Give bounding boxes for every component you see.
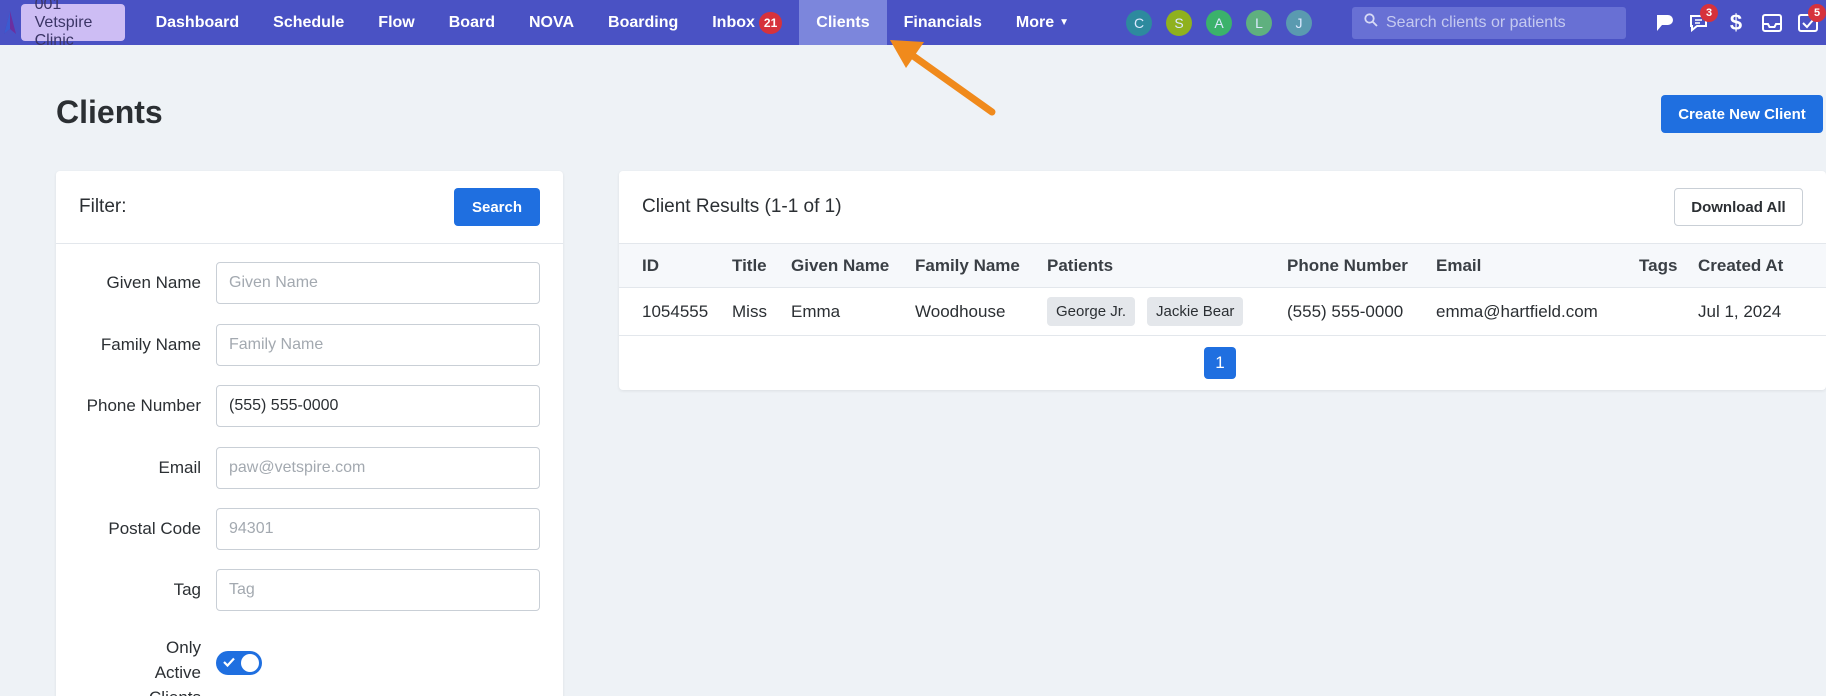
avatar-l[interactable]: L [1246, 9, 1272, 36]
tag-label: Tag [173, 580, 201, 599]
postal-code-label: Postal Code [108, 519, 201, 538]
family-name-input[interactable] [216, 324, 540, 366]
nav-nova[interactable]: NOVA [512, 0, 591, 45]
nav-clients[interactable]: Clients [799, 0, 887, 45]
tag-row: Tag [56, 569, 563, 611]
given-name-input[interactable] [216, 262, 540, 304]
patient-chip[interactable]: George Jr. [1047, 297, 1136, 326]
user-avatars: C S A L J [1126, 9, 1326, 36]
table-header: ID Title Given Name Family Name Patients… [619, 244, 1826, 288]
search-icon [1364, 13, 1378, 32]
nav-flow[interactable]: Flow [361, 0, 431, 45]
tag-input[interactable] [216, 569, 540, 611]
inbox-tray-icon [1762, 13, 1782, 32]
cell-id[interactable]: 1054555 [642, 288, 708, 335]
dollar-icon: $ [1729, 9, 1743, 35]
postal-code-input[interactable] [216, 508, 540, 550]
global-search-input[interactable] [1386, 13, 1626, 32]
inbox-badge: 21 [758, 11, 783, 34]
tasks-button[interactable]: 5 [1790, 0, 1826, 45]
cell-family-name: Woodhouse [915, 301, 1006, 321]
page-title: Clients [56, 94, 163, 130]
only-active-row: Only Active Clients [56, 635, 563, 696]
email-row: Email [56, 447, 563, 489]
results-header: Client Results (1-1 of 1) Download All [619, 171, 1826, 244]
avatar-a[interactable]: A [1206, 9, 1232, 36]
tray-button[interactable] [1754, 0, 1790, 45]
caret-down-icon: ▼ [1059, 17, 1069, 28]
nav-more[interactable]: More ▼ [999, 0, 1086, 45]
phone-row: Phone Number [56, 385, 563, 427]
cell-title: Miss [732, 301, 767, 321]
nav-schedule[interactable]: Schedule [256, 0, 361, 45]
given-name-row: Given Name [56, 262, 563, 304]
col-title[interactable]: Title [732, 244, 767, 287]
clinic-selector[interactable]: 001 Vetspire Clinic [20, 0, 125, 49]
patient-chip[interactable]: Jackie Bear [1147, 297, 1244, 326]
avatar-c[interactable]: C [1126, 9, 1152, 36]
nav-inbox-label: Inbox [712, 13, 755, 31]
phone-input[interactable] [216, 385, 540, 427]
col-id[interactable]: ID [642, 244, 659, 287]
toggle-knob [241, 654, 259, 672]
only-active-label: Only Active Clients [116, 635, 201, 696]
family-name-row: Family Name [56, 324, 563, 366]
col-created-at[interactable]: Created At [1698, 244, 1783, 287]
col-given-name[interactable]: Given Name [791, 244, 889, 287]
nav-board[interactable]: Board [432, 0, 512, 45]
avatar-j[interactable]: J [1286, 9, 1312, 36]
chat-bubble-icon [1657, 14, 1673, 31]
create-new-client-button[interactable]: Create New Client [1661, 95, 1823, 133]
cell-email: emma@hartfield.com [1436, 301, 1598, 321]
nav-more-label: More [1015, 13, 1055, 31]
results-title: Client Results (1-1 of 1) [642, 196, 842, 217]
nav-dashboard[interactable]: Dashboard [139, 0, 257, 45]
check-icon [223, 657, 235, 668]
table-row[interactable]: 1054555 Miss Emma Woodhouse George Jr. J… [619, 288, 1826, 336]
nav-boarding[interactable]: Boarding [591, 0, 695, 45]
cell-phone: (555) 555-0000 [1287, 301, 1404, 321]
phone-label: Phone Number [86, 396, 201, 415]
given-name-label: Given Name [106, 273, 201, 292]
postal-code-row: Postal Code [56, 508, 563, 550]
filter-label: Filter: [79, 196, 127, 217]
only-active-label-line1: Only Active [154, 638, 201, 682]
col-patients[interactable]: Patients [1047, 244, 1113, 287]
messages-button[interactable]: 3 [1682, 0, 1718, 45]
family-name-label: Family Name [100, 335, 201, 354]
client-results-panel: Client Results (1-1 of 1) Download All I… [619, 171, 1826, 390]
pawprint-button[interactable] [1646, 0, 1682, 45]
download-all-button[interactable]: Download All [1674, 188, 1803, 226]
col-tags[interactable]: Tags [1639, 244, 1677, 287]
pagination-page-1[interactable]: 1 [1204, 347, 1236, 379]
vetspire-logo-icon[interactable] [0, 0, 21, 45]
tasks-badge: 5 [1808, 4, 1826, 22]
col-phone-number[interactable]: Phone Number [1287, 244, 1408, 287]
only-active-toggle[interactable] [216, 651, 262, 675]
filter-header: Filter: Search [56, 171, 563, 244]
filter-panel: Filter: Search Given Name Family Name Ph… [56, 171, 563, 696]
email-input[interactable] [216, 447, 540, 489]
billing-button[interactable]: $ [1718, 0, 1754, 45]
cell-patients: George Jr. Jackie Bear [1047, 288, 1255, 335]
messages-badge: 3 [1700, 4, 1718, 22]
col-family-name[interactable]: Family Name [915, 244, 1020, 287]
global-search [1352, 6, 1626, 39]
cell-given-name: Emma [791, 301, 841, 321]
only-active-label-line2: Clients [116, 685, 201, 696]
cell-created-at: Jul 1, 2024 [1698, 301, 1782, 321]
nav-icons: 3 $ 5 [1646, 0, 1826, 45]
search-button[interactable]: Search [454, 188, 540, 226]
avatar-s[interactable]: S [1166, 9, 1192, 36]
col-email[interactable]: Email [1436, 244, 1481, 287]
email-label: Email [158, 458, 201, 477]
nav-inbox[interactable]: Inbox 21 [695, 0, 799, 45]
annotation-arrow-icon [890, 40, 996, 116]
